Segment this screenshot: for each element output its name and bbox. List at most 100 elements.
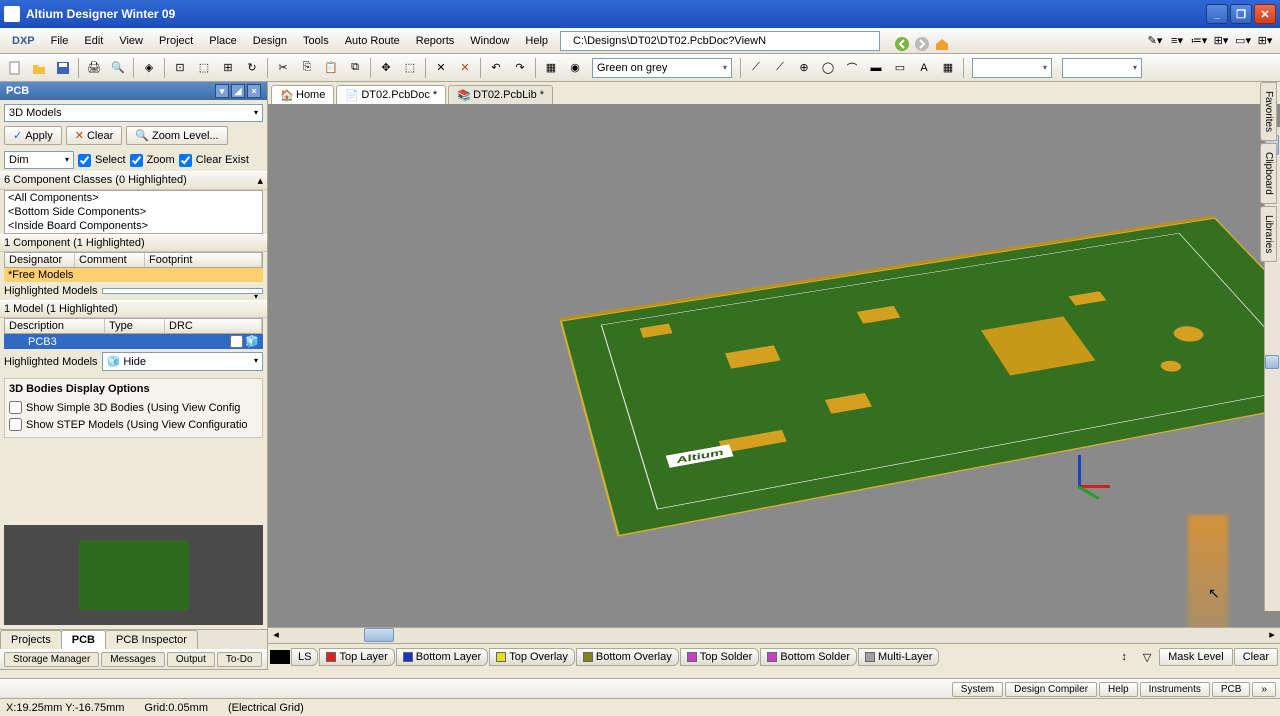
- mode-combo[interactable]: 3D Models: [4, 104, 263, 122]
- panel-drop-icon[interactable]: ▾: [215, 84, 229, 98]
- tool-a-icon[interactable]: ✎▾: [1144, 30, 1166, 52]
- model-row[interactable]: PCB3 🧊: [4, 334, 263, 349]
- layer-bottom-overlay[interactable]: Bottom Overlay: [576, 648, 679, 666]
- tab-libraries[interactable]: Libraries: [1260, 206, 1277, 262]
- mask-level-button[interactable]: Mask Level: [1159, 648, 1233, 666]
- panel-pin-icon[interactable]: ◢: [231, 84, 245, 98]
- layer-top[interactable]: Top Layer: [319, 648, 394, 666]
- panel-close-icon[interactable]: ×: [247, 84, 261, 98]
- minimize-button[interactable]: _: [1206, 4, 1228, 24]
- redo-icon[interactable]: ↷: [509, 57, 531, 79]
- route2-icon[interactable]: ⟋: [769, 57, 791, 79]
- close-button[interactable]: ✕: [1254, 4, 1276, 24]
- undo-icon[interactable]: ↶: [485, 57, 507, 79]
- cut-icon[interactable]: ✂: [272, 57, 294, 79]
- footer-design[interactable]: Design Compiler: [1005, 682, 1097, 697]
- deselect-icon[interactable]: ✕: [454, 57, 476, 79]
- tool-c-icon[interactable]: ≔▾: [1188, 30, 1210, 52]
- cross-icon[interactable]: ✕: [430, 57, 452, 79]
- menu-edit[interactable]: Edit: [76, 32, 111, 50]
- save-icon[interactable]: [52, 57, 74, 79]
- tab-storage[interactable]: Storage Manager: [4, 652, 99, 667]
- list-item[interactable]: <Bottom Side Components>: [5, 205, 262, 219]
- nav-fwd-icon[interactable]: [906, 33, 922, 49]
- zoom-level-button[interactable]: 🔍Zoom Level...: [126, 126, 227, 145]
- move-icon[interactable]: ✥: [375, 57, 397, 79]
- select-check[interactable]: [78, 154, 91, 167]
- mode2-icon[interactable]: ◉: [564, 57, 586, 79]
- footer-more-icon[interactable]: »: [1252, 682, 1276, 697]
- layer-bottom[interactable]: Bottom Layer: [396, 648, 488, 666]
- tool-b-icon[interactable]: ≡▾: [1166, 30, 1188, 52]
- menu-file[interactable]: File: [43, 32, 77, 50]
- layer-ls[interactable]: LS: [291, 648, 318, 666]
- paste-icon[interactable]: 📋: [320, 57, 342, 79]
- tab-output[interactable]: Output: [167, 652, 215, 667]
- tab-pcbdoc[interactable]: 📄DT02.PcbDoc *: [336, 85, 446, 104]
- apply-button[interactable]: ✓Apply: [4, 126, 62, 145]
- tab-todo[interactable]: To-Do: [217, 652, 262, 667]
- dup-icon[interactable]: ⧉: [344, 57, 366, 79]
- hl-models-combo[interactable]: [102, 288, 263, 294]
- tab-home[interactable]: 🏠Home: [271, 85, 334, 104]
- print-icon[interactable]: 🖨: [83, 57, 105, 79]
- list-item[interactable]: <All Components>: [5, 191, 262, 205]
- horizontal-scrollbar[interactable]: ◂ ▸: [268, 627, 1280, 643]
- zoom-fit-icon[interactable]: ⊡: [169, 57, 191, 79]
- array-icon[interactable]: ▦: [937, 57, 959, 79]
- arc-icon[interactable]: ⌒: [841, 57, 863, 79]
- 3d-viewport[interactable]: Altium ↖: [268, 105, 1280, 627]
- classes-list[interactable]: <All Components> <Bottom Side Components…: [4, 190, 263, 234]
- tab-projects[interactable]: Projects: [0, 630, 62, 649]
- tab-pcblib[interactable]: 📚DT02.PcbLib *: [448, 85, 553, 104]
- tab-messages[interactable]: Messages: [101, 652, 165, 667]
- footer-pcb[interactable]: PCB: [1212, 682, 1251, 697]
- menu-project[interactable]: Project: [151, 32, 201, 50]
- zoom-check[interactable]: [130, 154, 143, 167]
- layer-top-overlay[interactable]: Top Overlay: [489, 648, 575, 666]
- tab-favorites[interactable]: Favorites: [1260, 82, 1277, 141]
- text-icon[interactable]: A: [913, 57, 935, 79]
- layer-multi[interactable]: Multi-Layer: [858, 648, 939, 666]
- fill-icon[interactable]: ▬: [865, 57, 887, 79]
- mode-icon[interactable]: ▦: [540, 57, 562, 79]
- clear-button[interactable]: ✕Clear: [66, 126, 123, 145]
- combo-a[interactable]: [972, 58, 1052, 78]
- address-bar[interactable]: C:\Designs\DT02\DT02.PcbDoc?ViewN: [560, 31, 880, 51]
- footer-instruments[interactable]: Instruments: [1140, 682, 1210, 697]
- open-icon[interactable]: [28, 57, 50, 79]
- menu-help[interactable]: Help: [517, 32, 556, 50]
- menu-window[interactable]: Window: [462, 32, 517, 50]
- maximize-button[interactable]: ❐: [1230, 4, 1252, 24]
- nav-home-icon[interactable]: [926, 33, 942, 49]
- menu-tools[interactable]: Tools: [295, 32, 337, 50]
- pad-icon[interactable]: ◯: [817, 57, 839, 79]
- footer-help[interactable]: Help: [1099, 682, 1138, 697]
- via-icon[interactable]: ⊕: [793, 57, 815, 79]
- tab-inspector[interactable]: PCB Inspector: [105, 630, 198, 649]
- combo-b[interactable]: [1062, 58, 1142, 78]
- menu-design[interactable]: Design: [245, 32, 295, 50]
- select-icon[interactable]: ⬚: [399, 57, 421, 79]
- dim-combo[interactable]: Dim: [4, 151, 74, 169]
- model-chk[interactable]: [230, 335, 243, 348]
- preview-icon[interactable]: 🔍: [107, 57, 129, 79]
- layer-top-solder[interactable]: Top Solder: [680, 648, 760, 666]
- nav-back-icon[interactable]: [886, 33, 902, 49]
- hide-combo[interactable]: 🧊 Hide: [102, 352, 263, 371]
- menu-view[interactable]: View: [111, 32, 151, 50]
- tab-clipboard[interactable]: Clipboard: [1260, 143, 1277, 204]
- tab-pcb[interactable]: PCB: [61, 630, 106, 649]
- zoom-area-icon[interactable]: ⬚: [193, 57, 215, 79]
- new-icon[interactable]: [4, 57, 26, 79]
- layer-nav-icon[interactable]: ↕: [1113, 646, 1135, 668]
- clear-mask-button[interactable]: Clear: [1234, 648, 1278, 666]
- clearexist-check[interactable]: [179, 154, 192, 167]
- menu-reports[interactable]: Reports: [408, 32, 463, 50]
- comp-row[interactable]: *Free Models: [4, 268, 263, 282]
- menu-place[interactable]: Place: [201, 32, 245, 50]
- opt2-check[interactable]: [9, 418, 22, 431]
- copy-icon[interactable]: ⎘: [296, 57, 318, 79]
- tool-d-icon[interactable]: ⊞▾: [1210, 30, 1232, 52]
- opt1-check[interactable]: [9, 401, 22, 414]
